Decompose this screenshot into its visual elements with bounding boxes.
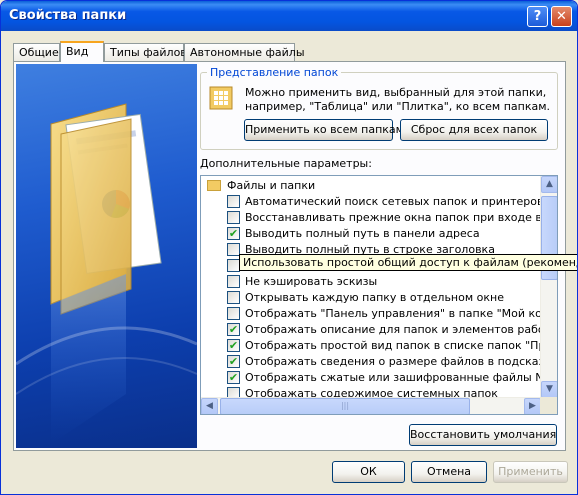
setting-checkbox[interactable] [227, 307, 240, 320]
setting-checkbox[interactable]: ✔ [227, 371, 240, 384]
setting-checkbox[interactable]: ✔ [227, 323, 240, 336]
advanced-settings-list[interactable]: Файлы и папки Автоматический поиск сетев… [200, 175, 558, 415]
help-button[interactable]: ? [527, 6, 548, 27]
title-bar[interactable]: Свойства папки ? ✕ [1, 1, 577, 31]
window-title: Свойства папки [9, 8, 127, 23]
folder-illustration [16, 64, 197, 448]
apply-button[interactable]: Применить [493, 461, 568, 483]
setting-label: Не кэшировать эскизы [245, 275, 378, 288]
tab-file-types[interactable]: Типы файлов [104, 43, 187, 61]
setting-row[interactable]: ✔ Выводить полный путь в панели адреса [201, 226, 541, 242]
setting-label: Восстанавливать прежние окна папок при в… [245, 211, 541, 224]
setting-checkbox[interactable] [227, 211, 240, 224]
setting-row[interactable]: Отображать "Панель управления" в папке "… [201, 306, 541, 322]
scroll-up-button[interactable]: ▲ [541, 176, 557, 193]
advanced-settings-label: Дополнительные параметры: [200, 157, 372, 170]
close-button[interactable]: ✕ [551, 6, 572, 27]
horizontal-scroll-thumb[interactable]: ||| [220, 398, 470, 414]
setting-label: Отображать сжатые или зашифрованные файл… [245, 371, 541, 384]
folder-views-group: Представление папок Можно применить вид,… [200, 66, 558, 150]
setting-checkbox[interactable]: ✔ [227, 227, 240, 240]
tab-general[interactable]: Общие [13, 43, 60, 61]
folder-views-description: Можно применить вид, выбранный для этой … [245, 86, 551, 113]
reset-all-folders-button[interactable]: Сброс для всех папок [400, 119, 548, 141]
setting-checkbox[interactable] [227, 195, 240, 208]
folder-views-title: Представление папок [207, 66, 342, 79]
vertical-scrollbar[interactable]: ▲ ▼ [540, 176, 557, 398]
setting-label: Отображать простой вид папок в списке па… [245, 339, 541, 352]
setting-label: Открывать каждую папку в отдельном окне [245, 291, 504, 304]
horizontal-scrollbar[interactable]: ◀ ||| ▶ [201, 397, 541, 414]
ok-button[interactable]: ОК [332, 461, 405, 483]
setting-row[interactable]: Не кэшировать эскизы [201, 274, 541, 290]
setting-checkbox[interactable]: ✔ [227, 339, 240, 352]
scroll-left-button[interactable]: ◀ [201, 398, 218, 414]
scroll-corner [540, 397, 557, 414]
setting-label: Автоматический поиск сетевых папок и при… [245, 195, 541, 208]
tab-view[interactable]: Вид [60, 41, 104, 62]
setting-row[interactable]: ✔ Отображать сведения о размере файлов в … [201, 354, 541, 370]
setting-label: Отображать "Панель управления" в папке "… [245, 307, 541, 320]
cancel-button[interactable]: Отмена [411, 461, 487, 483]
restore-defaults-button[interactable]: Восстановить умолчания [409, 424, 557, 446]
folder-artwork-icon [16, 103, 197, 444]
folder-icon [207, 180, 221, 191]
setting-label: Отображать описание для папок и элементо… [245, 323, 541, 336]
setting-label: Выводить полный путь в панели адреса [245, 227, 480, 240]
setting-row[interactable]: Автоматический поиск сетевых папок и при… [201, 194, 541, 210]
tree-root-label: Файлы и папки [227, 179, 316, 192]
folder-grid-icon [209, 86, 233, 110]
tree-root-files-and-folders: Файлы и папки [201, 178, 541, 194]
tooltip: Использовать простой общий доступ к файл… [239, 254, 577, 271]
setting-checkbox[interactable] [227, 275, 240, 288]
setting-row[interactable]: Открывать каждую папку в отдельном окне [201, 290, 541, 306]
scroll-down-button[interactable]: ▼ [541, 381, 557, 398]
apply-to-all-folders-button[interactable]: Применить ко всем папкам [244, 119, 404, 141]
setting-row[interactable]: ✔ Отображать описание для папок и элемент… [201, 322, 541, 338]
setting-row[interactable]: ✔ Отображать сжатые или зашифрованные фай… [201, 370, 541, 386]
setting-checkbox[interactable] [227, 291, 240, 304]
scroll-right-button[interactable]: ▶ [524, 398, 541, 414]
setting-checkbox[interactable]: ✔ [227, 355, 240, 368]
folder-options-window: Свойства папки ? ✕ Общие Вид Типы файлов… [0, 0, 578, 495]
tab-offline-files[interactable]: Автономные файлы [184, 43, 305, 61]
setting-row[interactable]: ✔ Отображать простой вид папок в списке п… [201, 338, 541, 354]
setting-row[interactable]: Восстанавливать прежние окна папок при в… [201, 210, 541, 226]
setting-label: Отображать сведения о размере файлов в п… [245, 355, 541, 368]
